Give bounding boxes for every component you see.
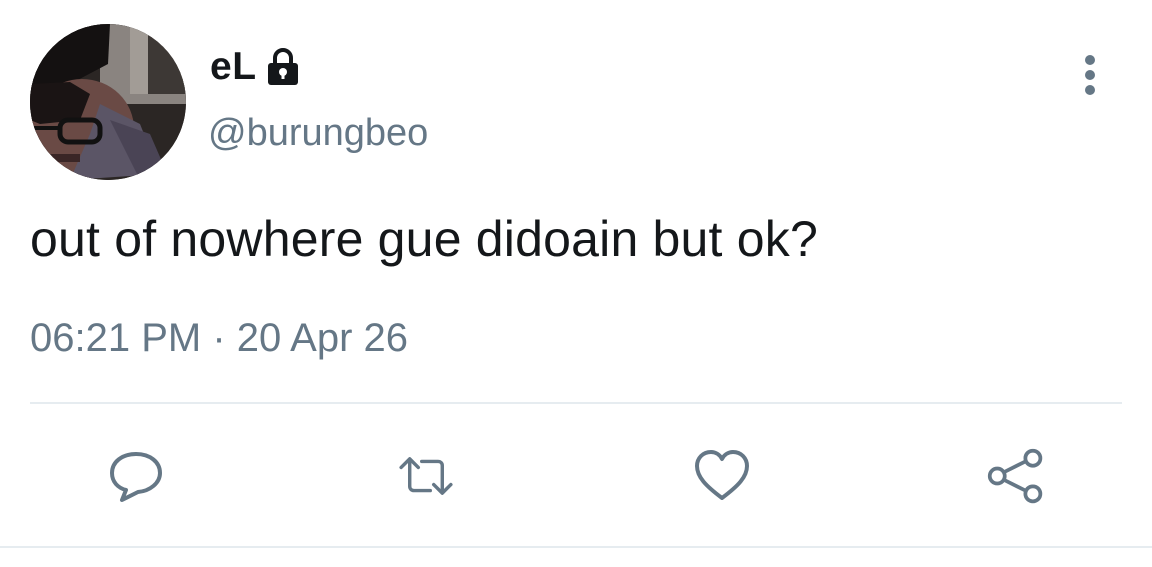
tweet-card: eL @burungbeo out of nowhere gue didoain… bbox=[0, 0, 1152, 567]
display-name[interactable]: eL bbox=[210, 45, 257, 89]
heart-icon bbox=[695, 450, 749, 500]
more-options-button[interactable] bbox=[1070, 52, 1110, 98]
lock-icon bbox=[263, 47, 303, 92]
divider bbox=[30, 402, 1122, 404]
avatar-image bbox=[30, 24, 186, 180]
share-icon bbox=[987, 448, 1043, 504]
retweet-button[interactable] bbox=[396, 446, 456, 506]
tweet-text: out of nowhere gue didoain but ok? bbox=[30, 211, 818, 267]
reply-button[interactable] bbox=[106, 446, 166, 506]
avatar[interactable] bbox=[30, 24, 186, 180]
tweet-timestamp[interactable]: 06:21 PM · 20 Apr 26 bbox=[30, 316, 408, 361]
share-button[interactable] bbox=[986, 446, 1046, 506]
like-button[interactable] bbox=[692, 446, 752, 506]
comment-icon bbox=[110, 452, 162, 502]
display-name-row: eL bbox=[210, 42, 303, 92]
user-handle[interactable]: @burungbeo bbox=[208, 112, 428, 155]
bottom-border bbox=[0, 546, 1152, 548]
retweet-icon bbox=[399, 457, 453, 495]
more-vertical-icon bbox=[1085, 55, 1095, 95]
